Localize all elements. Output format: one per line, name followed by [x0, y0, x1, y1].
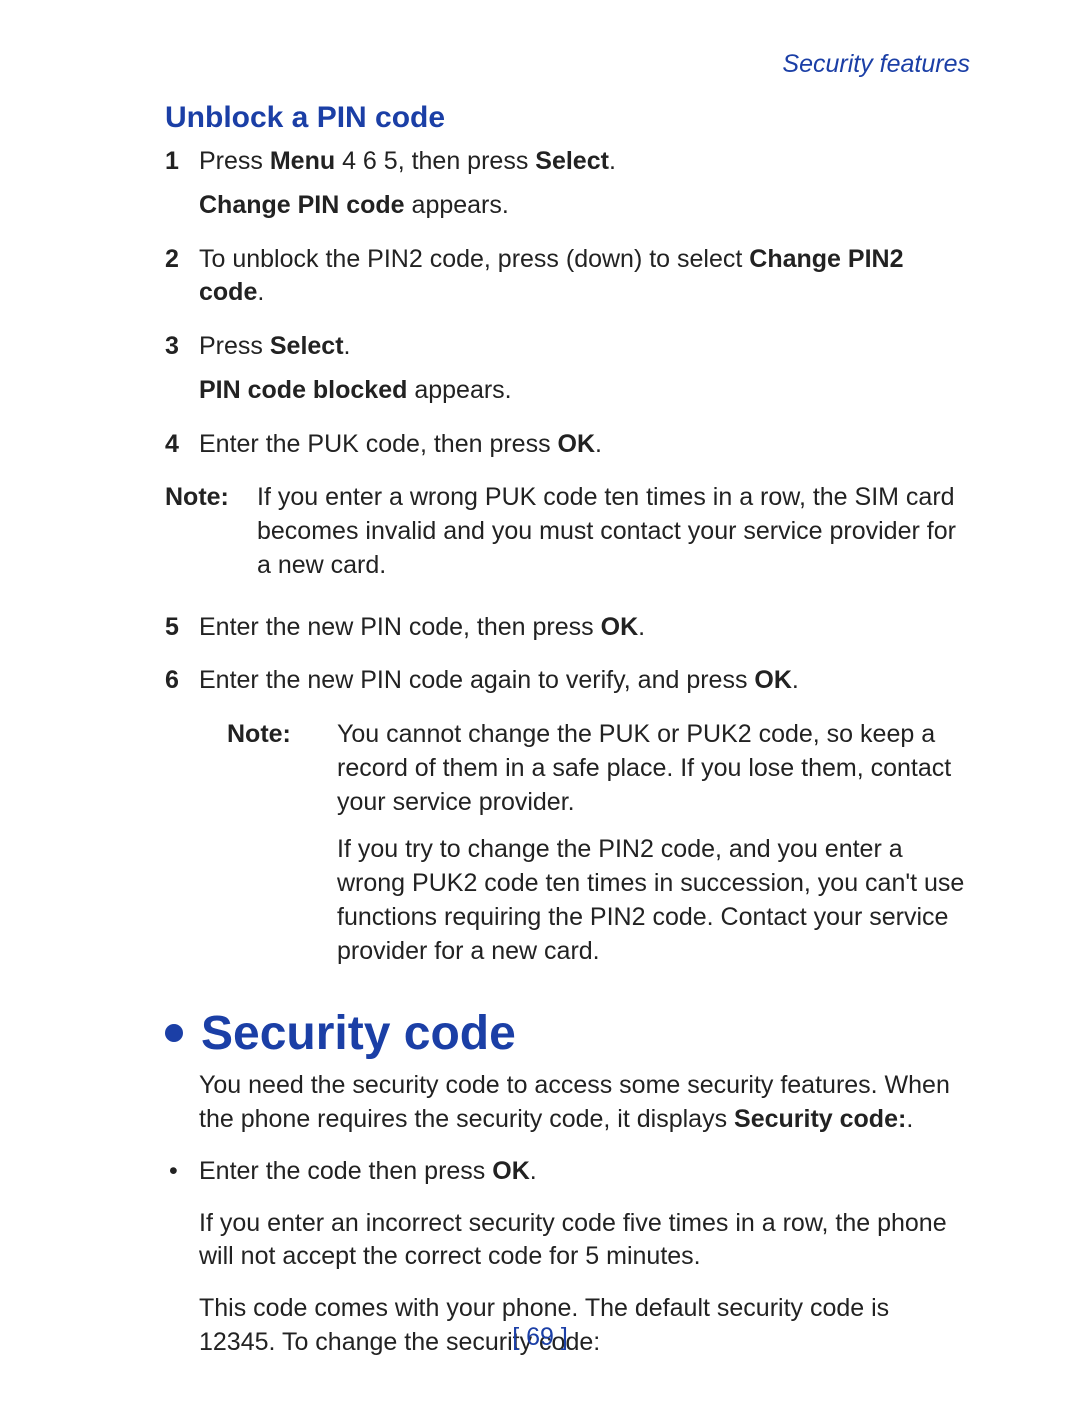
step-text: Enter the PUK code, then press OK.: [199, 428, 970, 462]
note-2: Note: You cannot change the PUK or PUK2 …: [227, 718, 970, 982]
section-heading-security-code: Security code: [165, 1006, 970, 1061]
heading-bullet-icon: [165, 1024, 183, 1042]
step-3: 3 Press Select. PIN code blocked appears…: [165, 330, 970, 418]
note-1: Note: If you enter a wrong PUK code ten …: [165, 481, 970, 596]
manual-page: Security features Unblock a PIN code 1 P…: [0, 0, 1080, 1412]
step-text: Press Select.: [199, 330, 970, 364]
step-number: 2: [165, 243, 199, 321]
steps-block-1: 1 Press Menu 4 6 5, then press Select. C…: [165, 145, 970, 471]
step-number: 5: [165, 611, 199, 655]
section-bullet: Enter the code then press OK.: [165, 1155, 970, 1189]
section-paragraph: If you enter an incorrect security code …: [199, 1207, 970, 1275]
step-text: Press Menu 4 6 5, then press Select.: [199, 145, 970, 179]
step-1: 1 Press Menu 4 6 5, then press Select. C…: [165, 145, 970, 233]
step-text: PIN code blocked appears.: [199, 374, 970, 408]
step-text: Enter the new PIN code, then press OK.: [199, 611, 970, 645]
section-paragraph: You need the security code to access som…: [199, 1069, 970, 1137]
step-text: Enter the new PIN code again to verify, …: [199, 664, 970, 698]
step-5: 5 Enter the new PIN code, then press OK.: [165, 611, 970, 655]
subheading-unblock-pin: Unblock a PIN code: [165, 101, 970, 135]
step-2: 2 To unblock the PIN2 code, press (down)…: [165, 243, 970, 321]
step-6: 6 Enter the new PIN code again to verify…: [165, 664, 970, 708]
note-label: Note:: [227, 718, 337, 982]
note-text: If you enter a wrong PUK code ten times …: [257, 481, 970, 596]
step-number: 1: [165, 145, 199, 233]
step-number: 4: [165, 428, 199, 472]
steps-block-2: 5 Enter the new PIN code, then press OK.…: [165, 611, 970, 709]
page-number: [ 69 ]: [0, 1323, 1080, 1352]
note-text: You cannot change the PUK or PUK2 code, …: [337, 718, 970, 982]
step-number: 3: [165, 330, 199, 418]
step-4: 4 Enter the PUK code, then press OK.: [165, 428, 970, 472]
step-text: Change PIN code appears.: [199, 189, 970, 223]
breadcrumb: Security features: [165, 50, 970, 79]
note-label: Note:: [165, 481, 257, 596]
step-number: 6: [165, 664, 199, 708]
step-text: To unblock the PIN2 code, press (down) t…: [199, 243, 970, 311]
